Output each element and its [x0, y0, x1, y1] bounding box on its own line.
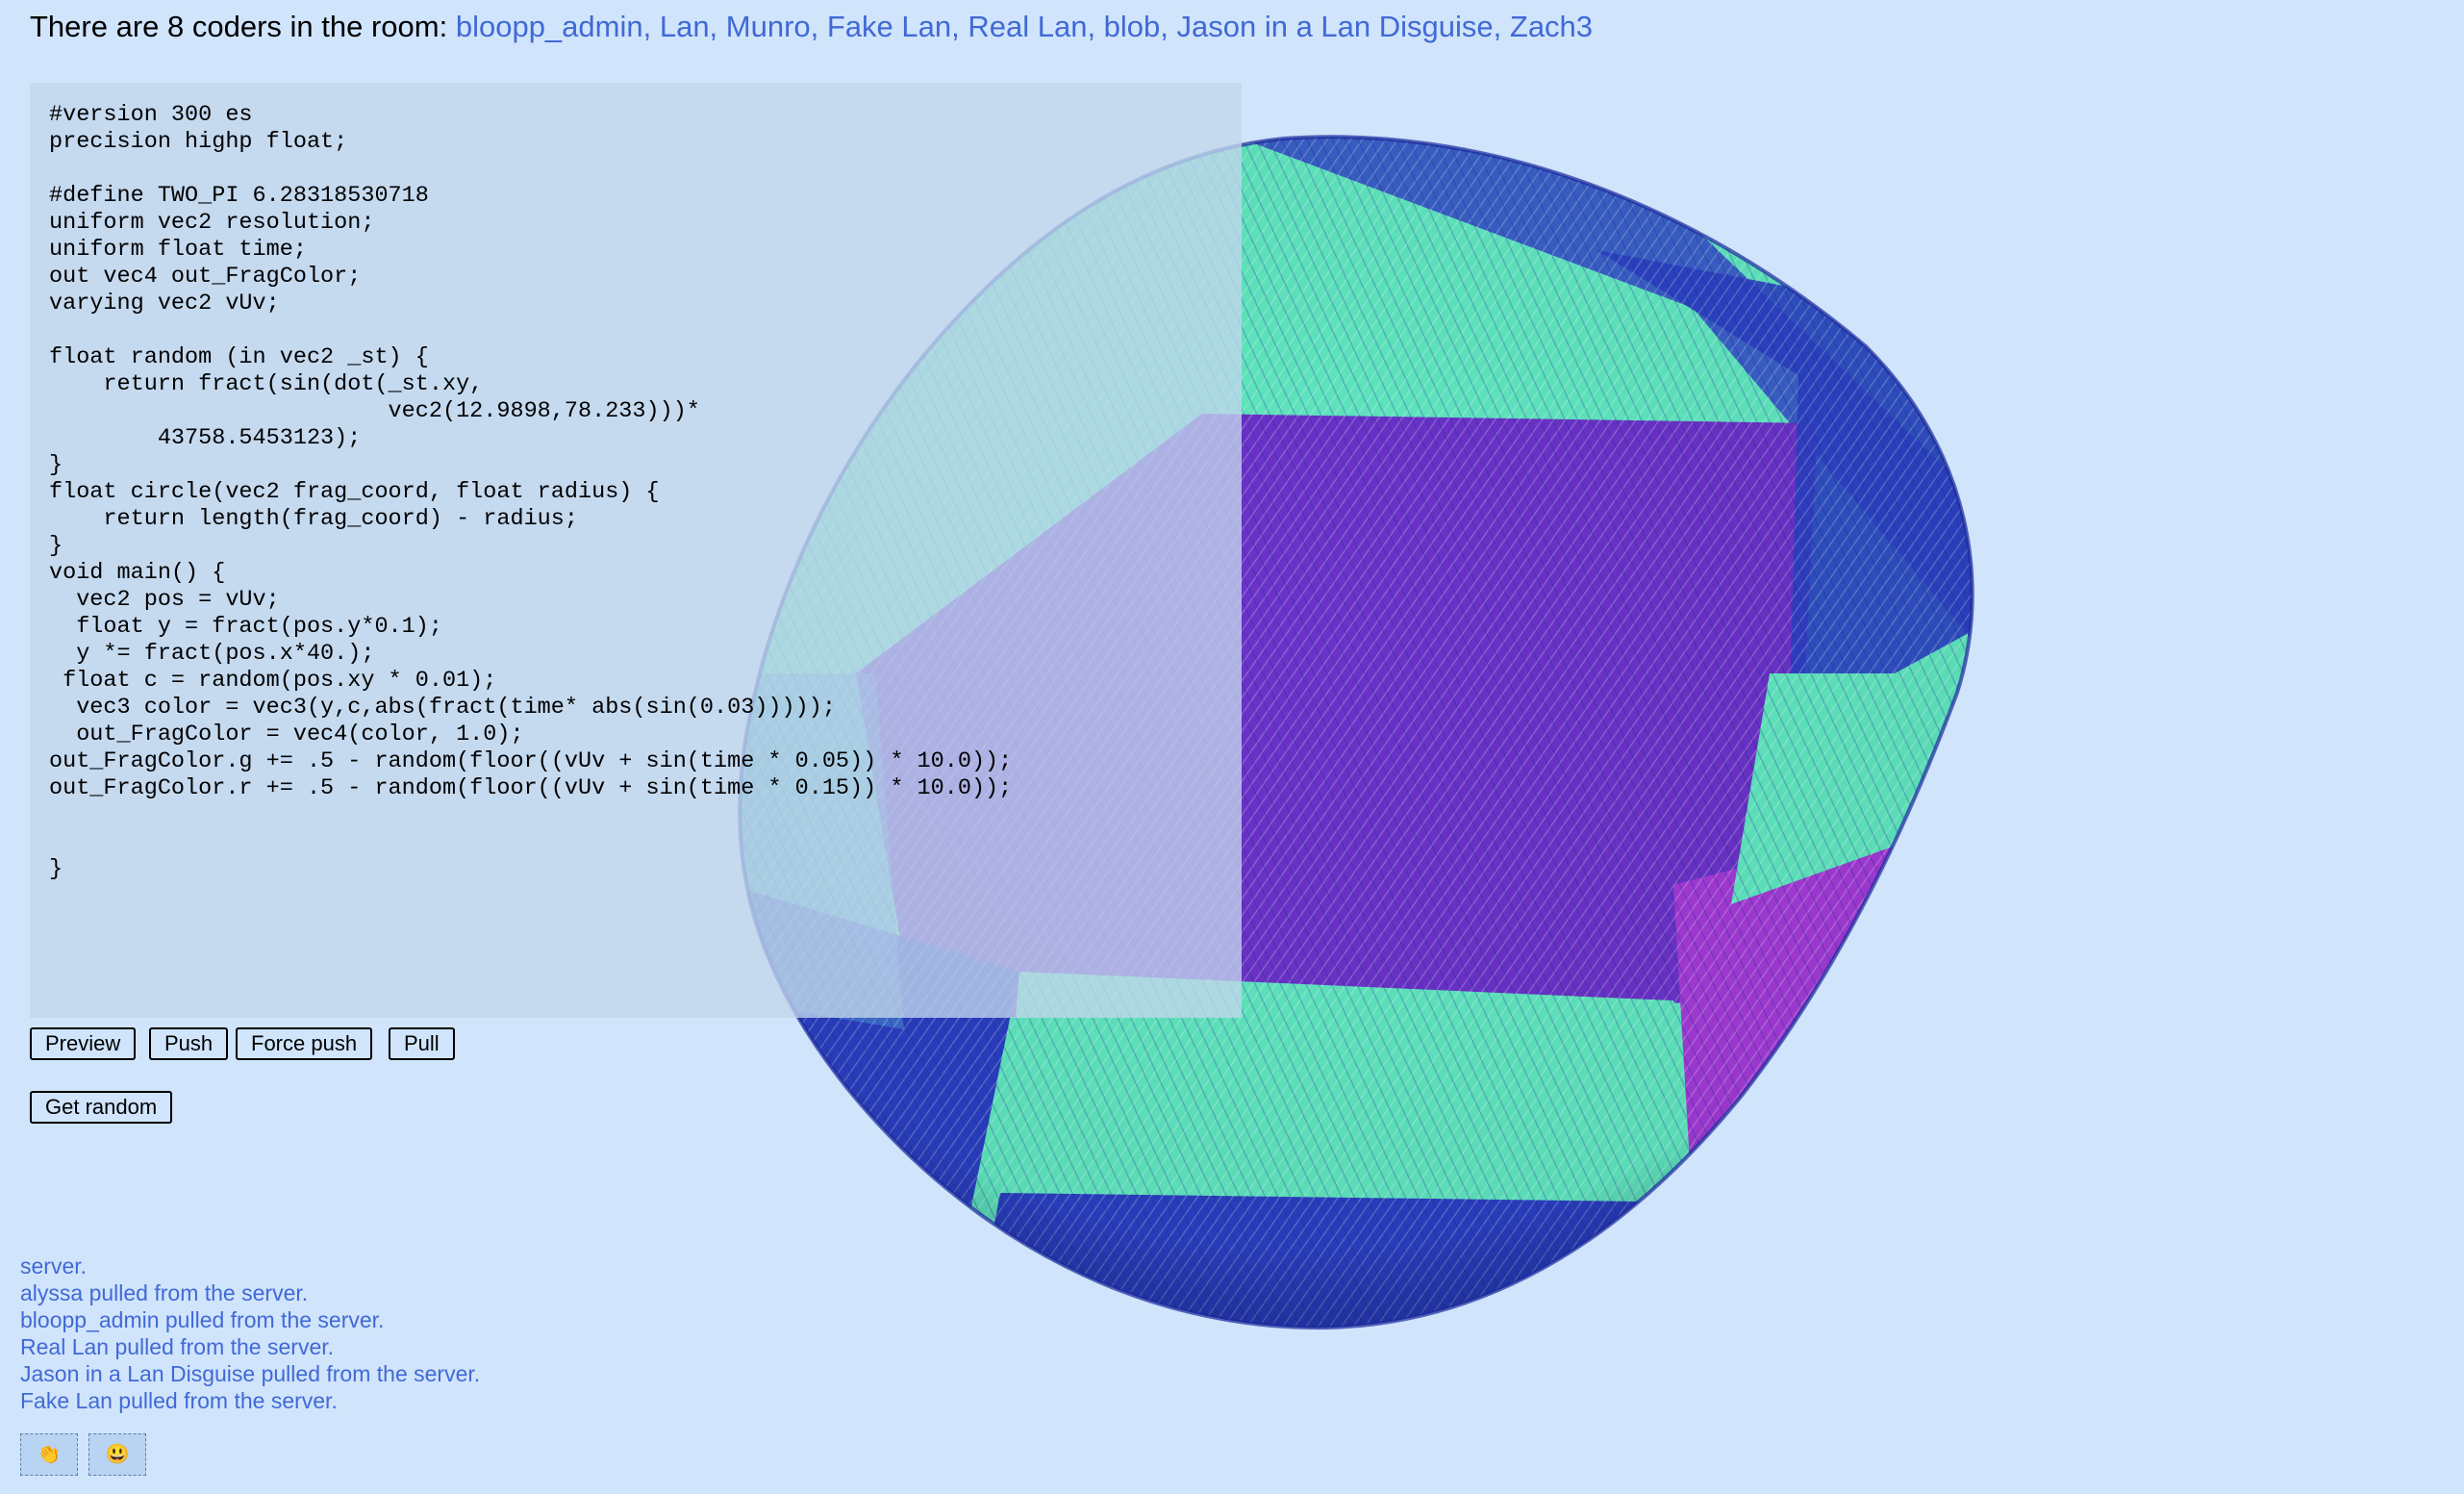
- room-count-text: There are 8 coders in the room:: [30, 10, 448, 43]
- log-entry: Fake Lan pulled from the server.: [20, 1388, 338, 1413]
- force-push-button[interactable]: Force push: [236, 1027, 373, 1060]
- clap-reaction-button[interactable]: 👏: [20, 1433, 78, 1476]
- log-entry: Jason in a Lan Disguise pulled from the …: [20, 1361, 481, 1386]
- shader-code[interactable]: #version 300 es precision highp float; #…: [49, 102, 1012, 883]
- coder-names[interactable]: bloopp_admin, Lan, Munro, Fake Lan, Real…: [456, 10, 1593, 43]
- clap-icon: 👏: [37, 1444, 62, 1465]
- log-entry: Real Lan pulled from the server.: [20, 1334, 335, 1359]
- pull-button[interactable]: Pull: [389, 1027, 455, 1060]
- push-button[interactable]: Push: [149, 1027, 229, 1060]
- smile-reaction-button[interactable]: 😃: [88, 1433, 146, 1476]
- smile-icon: 😃: [105, 1444, 130, 1465]
- log-entry: server.: [20, 1253, 88, 1279]
- preview-button[interactable]: Preview: [30, 1027, 137, 1060]
- activity-log: server. alyssa pulled from the server. b…: [20, 1253, 480, 1414]
- page: There are 8 coders in the room: bloopp_a…: [0, 0, 2464, 1494]
- room-status: There are 8 coders in the room: bloopp_a…: [30, 10, 1593, 44]
- log-entry: alyssa pulled from the server.: [20, 1280, 309, 1305]
- get-random-button[interactable]: Get random: [30, 1091, 173, 1124]
- log-entry: bloopp_admin pulled from the server.: [20, 1307, 385, 1332]
